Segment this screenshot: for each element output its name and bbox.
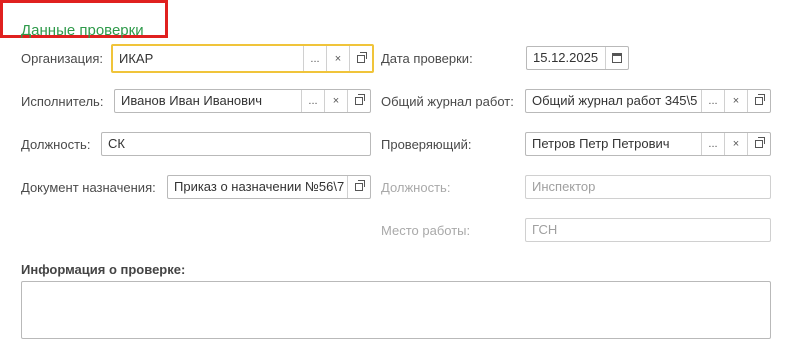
workplace-label: Место работы:	[381, 223, 471, 238]
organization-open-button[interactable]	[349, 46, 372, 71]
inspector-select-button[interactable]: ...	[701, 133, 724, 155]
inspector-field[interactable]: Петров Петр Петрович ... ×	[525, 132, 771, 156]
info-label: Информация о проверке:	[21, 262, 186, 277]
inspector-value[interactable]: Петров Петр Петрович	[526, 133, 701, 155]
journal-open-button[interactable]	[747, 90, 770, 112]
position-label: Должность:	[21, 137, 91, 152]
appointment-doc-label: Документ назначения:	[21, 180, 156, 195]
journal-label: Общий журнал работ:	[381, 94, 514, 109]
calendar-button[interactable]	[605, 47, 628, 69]
appointment-doc-value[interactable]: Приказ о назначении №56\7	[168, 176, 347, 198]
executor-clear-button[interactable]: ×	[324, 90, 347, 112]
appointment-doc-open-button[interactable]	[347, 176, 370, 198]
journal-value[interactable]: Общий журнал работ 345\5	[526, 90, 701, 112]
open-icon	[355, 180, 365, 191]
executor-select-button[interactable]: ...	[301, 90, 324, 112]
inspector-position-value: Инспектор	[532, 179, 596, 194]
journal-select-button[interactable]: ...	[701, 90, 724, 112]
organization-value[interactable]: ИКАР	[113, 46, 303, 71]
organization-clear-button[interactable]: ×	[326, 46, 349, 71]
executor-open-button[interactable]	[347, 90, 370, 112]
executor-value[interactable]: Иванов Иван Иванович	[115, 90, 301, 112]
open-icon	[755, 94, 765, 105]
executor-field[interactable]: Иванов Иван Иванович ... ×	[114, 89, 371, 113]
check-date-field[interactable]: 15.12.2025	[526, 46, 629, 70]
open-icon	[357, 51, 367, 63]
inspector-clear-button[interactable]: ×	[724, 133, 747, 155]
position-value[interactable]: СК	[102, 133, 370, 155]
inspector-position-label: Должность:	[381, 180, 451, 195]
organization-label: Организация:	[21, 51, 104, 66]
organization-select-button[interactable]: ...	[303, 46, 326, 71]
check-date-label: Дата проверки:	[381, 51, 473, 66]
inspector-open-button[interactable]	[747, 133, 770, 155]
workplace-value: ГСН	[532, 222, 558, 237]
position-field[interactable]: СК	[101, 132, 371, 156]
info-textarea[interactable]	[21, 281, 771, 339]
journal-clear-button[interactable]: ×	[724, 90, 747, 112]
inspector-position-field: Инспектор	[525, 175, 771, 199]
executor-label: Исполнитель:	[21, 94, 104, 109]
inspector-label: Проверяющий:	[381, 137, 472, 152]
calendar-icon	[612, 53, 622, 63]
section-title: Данные проверки	[21, 22, 144, 39]
open-icon	[755, 137, 765, 148]
workplace-field: ГСН	[525, 218, 771, 242]
check-date-value[interactable]: 15.12.2025	[527, 47, 605, 69]
open-icon	[355, 94, 365, 105]
journal-field[interactable]: Общий журнал работ 345\5 ... ×	[525, 89, 771, 113]
appointment-doc-field[interactable]: Приказ о назначении №56\7	[167, 175, 371, 199]
organization-field[interactable]: ИКАР ... ×	[111, 44, 374, 73]
